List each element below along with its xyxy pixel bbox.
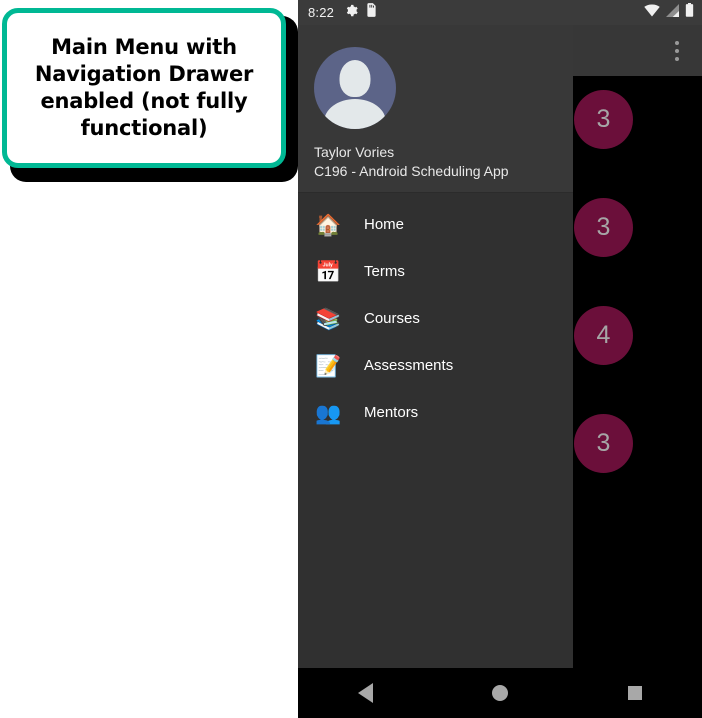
drawer-item-label: Home: [364, 216, 405, 233]
drawer-user-name: Taylor Vories: [314, 144, 395, 160]
gear-icon: [345, 4, 358, 22]
avatar-body: [324, 99, 386, 129]
annotation-callout-text: Main Menu with Navigation Drawer enabled…: [34, 35, 254, 140]
annotation-area: Main Menu with Navigation Drawer enabled…: [0, 0, 298, 718]
back-button-icon[interactable]: [357, 683, 373, 703]
annotation-callout-box: Main Menu with Navigation Drawer enabled…: [2, 8, 286, 168]
clipboard-icon: 📝: [315, 353, 342, 378]
drawer-header: Taylor Vories C196 - Android Scheduling …: [298, 25, 573, 192]
cellular-signal-icon: [665, 3, 680, 22]
status-bar: 8:22: [298, 0, 702, 25]
drawer-item-label: Courses: [364, 310, 420, 327]
drawer-user-subtitle: C196 - Android Scheduling App: [314, 163, 509, 179]
phone-screenshot: 8:22 3 3 4 3 Taylor Vories C196 - Androi…: [298, 0, 702, 718]
drawer-item-mentors[interactable]: 👥 Mentors: [298, 389, 573, 436]
system-navigation-bar: [298, 668, 702, 718]
overflow-menu-icon[interactable]: [666, 39, 688, 63]
wifi-icon: [644, 3, 660, 22]
status-bar-notification-icons: [345, 3, 377, 22]
drawer-item-label: Mentors: [364, 404, 419, 421]
status-badge: 3: [574, 414, 633, 473]
drawer-item-home[interactable]: 🏠 Home: [298, 201, 573, 248]
navigation-drawer: Taylor Vories C196 - Android Scheduling …: [298, 25, 573, 668]
sd-card-icon: [366, 3, 377, 22]
house-icon: 🏠: [315, 212, 342, 237]
drawer-item-label: Assessments: [364, 357, 454, 374]
avatar-head: [339, 60, 371, 97]
status-badge: 3: [574, 198, 633, 257]
drawer-item-courses[interactable]: 📚 Courses: [298, 295, 573, 342]
status-bar-system-icons: [644, 3, 694, 22]
drawer-item-terms[interactable]: 📅 Terms: [298, 248, 573, 295]
battery-icon: [685, 3, 694, 22]
avatar: [314, 47, 396, 129]
status-badge: 4: [574, 306, 633, 365]
home-button-icon[interactable]: [492, 685, 509, 701]
books-icon: 📚: [315, 306, 342, 331]
drawer-item-assessments[interactable]: 📝 Assessments: [298, 342, 573, 389]
drawer-item-label: Terms: [364, 263, 405, 280]
drawer-menu: 🏠 Home 📅 Terms 📚 Courses 📝 Assessments 👥…: [298, 193, 573, 436]
calendar-icon: 📅: [315, 259, 342, 284]
status-badge: 3: [574, 90, 633, 149]
status-bar-clock: 8:22: [308, 5, 335, 20]
recents-button-icon[interactable]: [628, 686, 643, 700]
people-icon: 👥: [315, 400, 342, 425]
